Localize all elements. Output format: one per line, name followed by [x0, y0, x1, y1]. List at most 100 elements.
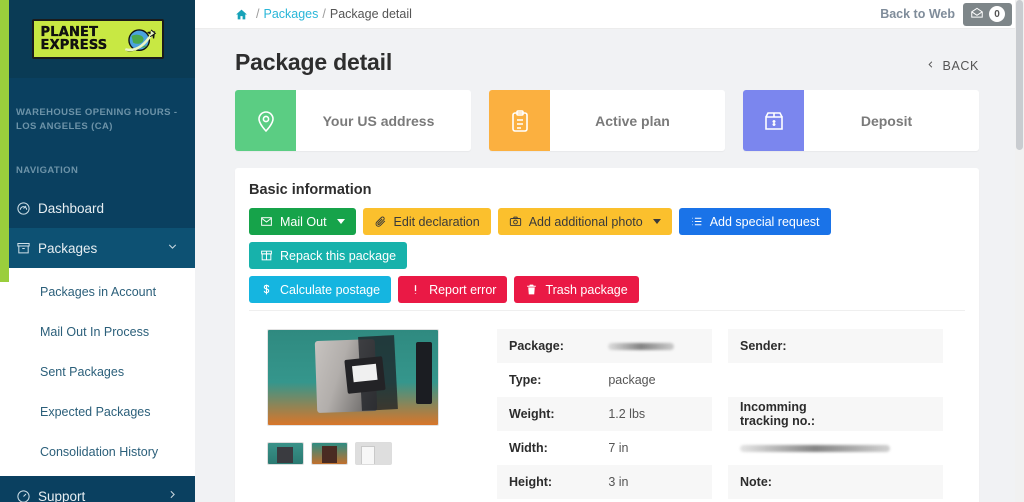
thumbnail-3[interactable] [355, 442, 392, 465]
row-key: Package: [509, 339, 564, 353]
breadcrumb-current: Package detail [329, 7, 412, 21]
sidebar-subitem-packages-in-account[interactable]: Packages in Account [0, 272, 195, 312]
table-row [728, 363, 943, 397]
card-active-plan[interactable]: Active plan [489, 90, 725, 151]
paperclip-icon [374, 215, 387, 228]
sidebar-accent-rail [0, 0, 9, 282]
box-icon [260, 249, 273, 262]
card-your-us-address[interactable]: Your US address [235, 90, 471, 151]
sidebar-item-label: Support [38, 488, 86, 502]
thumbnail-2[interactable] [311, 442, 348, 465]
caret-down-icon [652, 219, 661, 224]
card-label: Active plan [595, 112, 670, 129]
dollar-icon [260, 283, 273, 296]
action-button-row-2: Calculate postage Report error Trash pac… [249, 276, 965, 303]
button-label: Trash package [545, 282, 628, 297]
envelope-open-icon [970, 6, 984, 23]
table-row: Incomming tracking no.: [728, 397, 943, 431]
envelope-icon [260, 215, 273, 228]
table-row: Weight: 1.2 lbs [497, 397, 712, 431]
package-dollar-icon [743, 90, 804, 151]
repack-this-package-button[interactable]: Repack this package [249, 242, 408, 269]
sidebar: PLANET EXPRESS WAREHOUSE OPENING HOURS -… [0, 0, 195, 502]
edit-declaration-button[interactable]: Edit declaration [362, 208, 491, 235]
package-attributes-table: Package: Type: package Weight: 1.2 lbs W… [489, 329, 720, 502]
button-label: Repack this package [280, 248, 397, 263]
navigation-label: NAVIGATION [16, 165, 79, 176]
report-error-button[interactable]: Report error [398, 276, 508, 303]
button-label: Edit declaration [393, 214, 480, 229]
thumbnail-1[interactable] [267, 442, 304, 465]
photo-keyboard-shape [416, 342, 432, 404]
brand-logo[interactable]: PLANET EXPRESS [0, 0, 195, 78]
button-label: Add additional photo [528, 214, 643, 229]
row-value: package [608, 373, 656, 387]
photo-label-shape [344, 356, 386, 394]
breadcrumb-packages-link[interactable]: Packages [263, 7, 318, 21]
sidebar-item-packages[interactable]: Packages [0, 228, 195, 268]
add-special-request-button[interactable]: Add special request [678, 208, 831, 235]
sidebar-item-dashboard[interactable]: Dashboard [0, 188, 195, 228]
trash-package-button[interactable]: Trash package [514, 276, 639, 303]
mail-count-badge: 0 [989, 6, 1005, 22]
package-main-photo[interactable] [267, 329, 439, 426]
trash-icon [525, 283, 538, 296]
page-header: Package detail BACK [195, 29, 1024, 90]
sidebar-subitem-mail-out-in-process[interactable]: Mail Out In Process [0, 312, 195, 352]
calculate-postage-button[interactable]: Calculate postage [249, 276, 392, 303]
button-label: Calculate postage [280, 282, 381, 297]
row-value: 3 in [608, 475, 629, 489]
row-key: Incomming tracking no.: [740, 400, 816, 428]
exclamation-icon [409, 283, 422, 296]
row-key: Height: [509, 475, 553, 489]
quick-cards-row: Your US address Active plan Deposit [235, 90, 979, 151]
button-label: Mail Out [280, 214, 327, 229]
scrollbar-thumb[interactable] [1016, 0, 1023, 150]
clipboard-list-icon [489, 90, 550, 151]
package-box-icon [16, 241, 38, 256]
row-value-redacted [740, 441, 890, 455]
chevron-left-icon [925, 59, 936, 73]
row-value: 7 in [608, 441, 629, 455]
row-value-redacted [608, 339, 675, 353]
support-gauge-icon [16, 489, 38, 502]
mail-badge[interactable]: 0 [963, 2, 1012, 26]
table-row: Height: 3 in [497, 465, 712, 499]
row-key: Weight: [509, 407, 555, 421]
back-button[interactable]: BACK [925, 59, 979, 73]
card-label: Deposit [860, 112, 913, 129]
sidebar-subitem-consolidation-history[interactable]: Consolidation History [0, 432, 195, 472]
photo-column [249, 329, 489, 502]
back-to-web-link[interactable]: Back to Web [880, 7, 955, 21]
package-detail-body: Package: Type: package Weight: 1.2 lbs W… [249, 310, 965, 502]
topbar-right-group: Back to Web 0 [880, 2, 1012, 26]
dashboard-gauge-icon [16, 201, 38, 216]
table-row: Width: 7 in [497, 431, 712, 465]
mail-out-button[interactable]: Mail Out [249, 208, 356, 235]
card-label: Your US address [322, 112, 435, 129]
card-deposit[interactable]: Deposit [743, 90, 979, 151]
add-additional-photo-button[interactable]: Add additional photo [497, 208, 672, 235]
chevron-right-icon [166, 488, 179, 502]
sidebar-subitem-sent-packages[interactable]: Sent Packages [0, 352, 195, 392]
chevron-down-icon [166, 240, 179, 256]
page-scrollbar[interactable] [1015, 0, 1024, 502]
home-icon[interactable] [235, 8, 248, 21]
main-content: / Packages / Package detail Back to Web … [195, 0, 1024, 502]
button-label: Report error [429, 282, 497, 297]
row-key: Width: [509, 441, 548, 455]
basic-information-panel: Basic information Mail Out Edit declarat… [235, 168, 979, 502]
breadcrumb-bar: / Packages / Package detail Back to Web … [195, 0, 1024, 29]
table-row [728, 431, 943, 465]
breadcrumb-separator-1: / [256, 7, 260, 21]
page-title: Package detail [235, 49, 393, 75]
warehouse-hours-label: WAREHOUSE OPENING HOURS - LOS ANGELES (C… [16, 107, 178, 132]
photo-thumbnail-strip [267, 442, 481, 465]
table-row: Type: package [497, 363, 712, 397]
sidebar-subitem-expected-packages[interactable]: Expected Packages [0, 392, 195, 432]
sidebar-item-support[interactable]: Support [0, 476, 195, 502]
packages-submenu: Packages in Account Mail Out In Process … [0, 268, 195, 476]
sidebar-item-label: Packages [38, 240, 98, 256]
row-key: Type: [509, 373, 542, 387]
panel-title: Basic information [249, 182, 372, 198]
